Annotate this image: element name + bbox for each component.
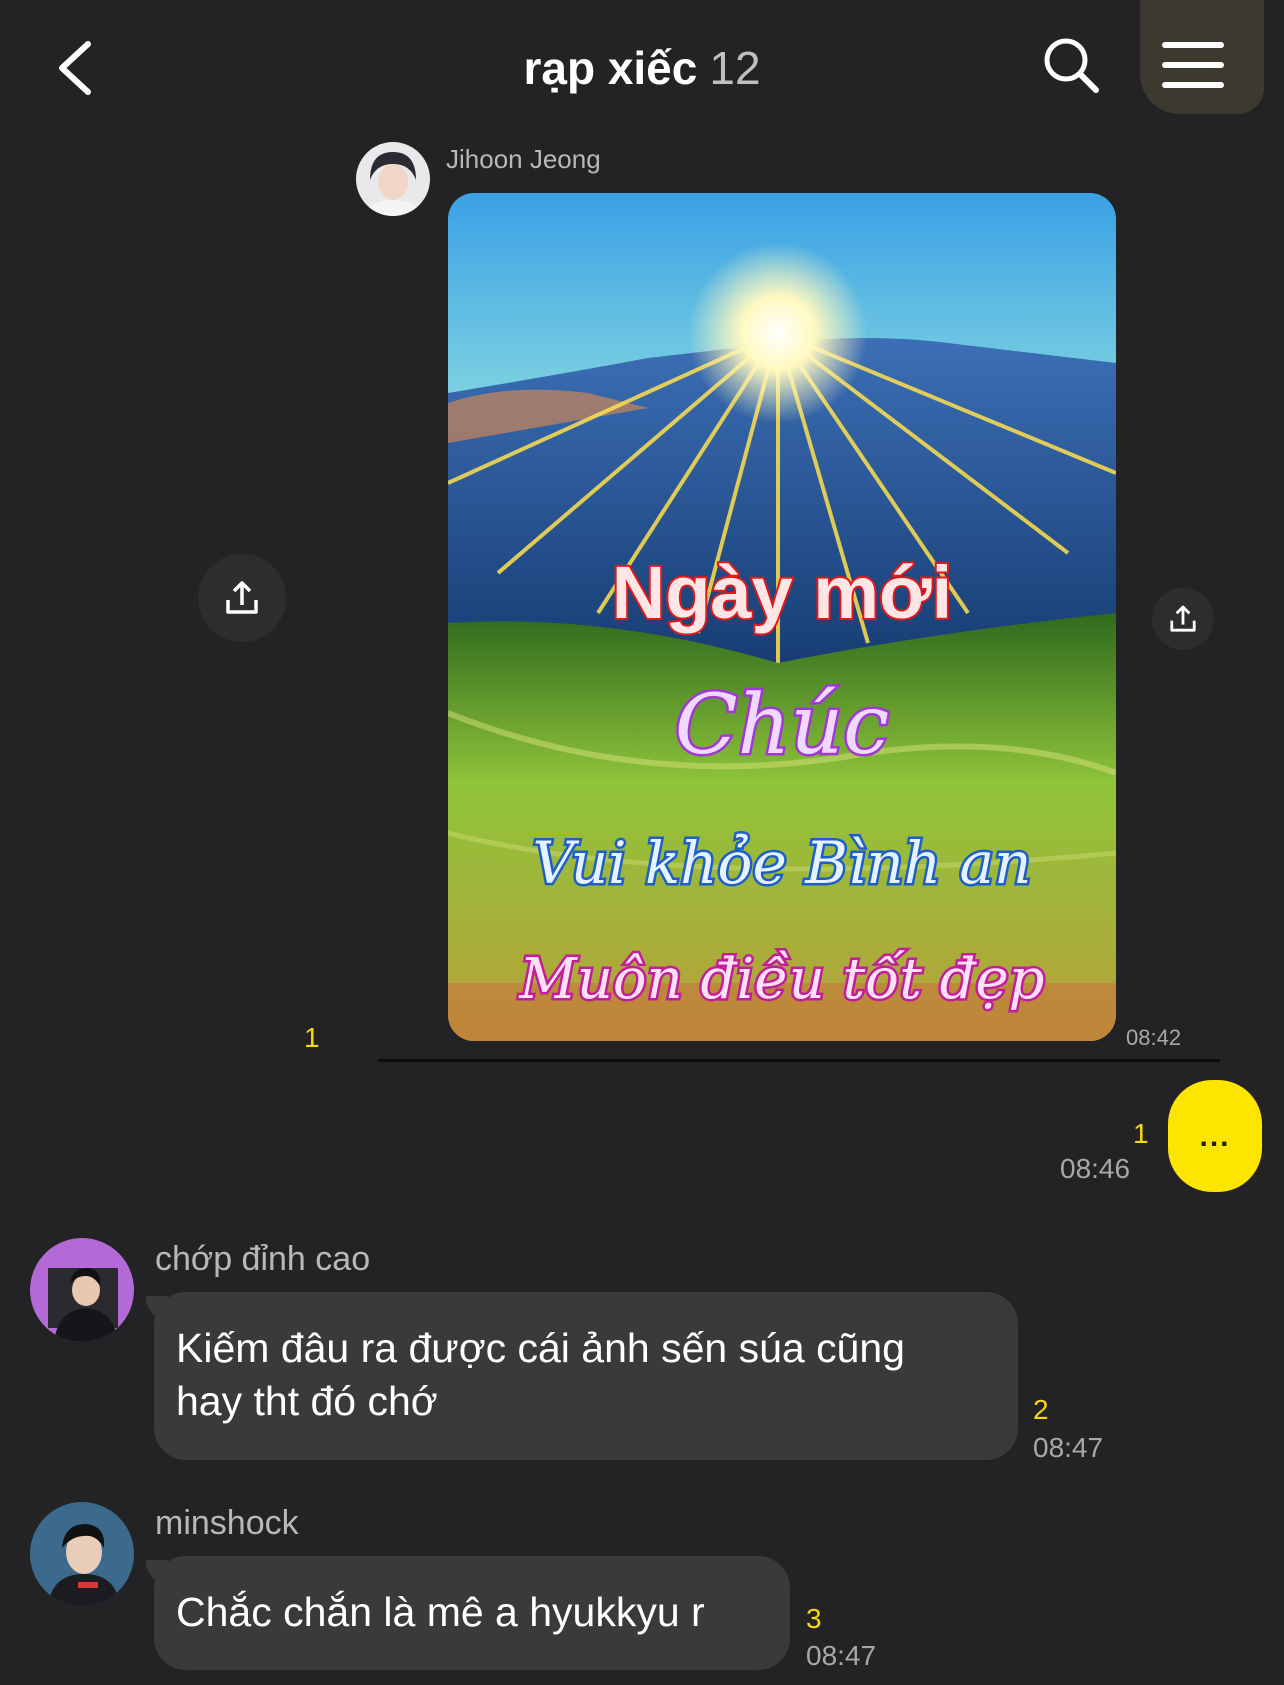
share-button[interactable] — [198, 554, 286, 642]
unread-count: 2 — [1033, 1394, 1049, 1425]
overlay-line-2: Chúc — [675, 678, 889, 773]
message-time: 08:47 — [806, 1640, 877, 1671]
search-button[interactable] — [1040, 34, 1102, 96]
divider — [378, 1059, 1220, 1062]
photo-message[interactable]: Ngày mới Chúc Vui khỏe Bình an Muôn điều… — [448, 193, 1116, 1041]
unread-count: 1 — [304, 1022, 320, 1053]
unread-count: 1 — [1133, 1118, 1149, 1149]
search-icon — [1044, 38, 1099, 93]
message-line: hay tht đó chớ — [176, 1378, 438, 1424]
sender-name: Jihoon Jeong — [446, 144, 601, 174]
overlay-line-4: Muôn điều tốt đẹp — [519, 947, 1045, 1012]
sender-name: chớp đỉnh cao — [155, 1240, 371, 1278]
sender-name: minshock — [155, 1504, 299, 1542]
chat-name: rạp xiếc — [523, 42, 698, 94]
share-icon — [1170, 605, 1196, 632]
avatar-jihoon[interactable] — [356, 142, 430, 216]
message-text: Kiếm đâu ra được cái ảnh sến súa cũng ha… — [176, 1322, 905, 1428]
message-time: 08:42 — [1126, 1025, 1182, 1050]
share-icon — [226, 581, 258, 614]
avatar-minshock[interactable] — [30, 1502, 134, 1606]
member-count: 12 — [709, 42, 761, 94]
message-line: Kiếm đâu ra được cái ảnh sến súa cũng — [176, 1325, 905, 1371]
my-message-text: ... — [1199, 1120, 1231, 1153]
overlay-line-1: Ngày mới — [612, 551, 952, 634]
message-bubble[interactable]: Chắc chắn là mê a hyukkyu r — [154, 1556, 790, 1670]
greeting-photo: Ngày mới Chúc Vui khỏe Bình an Muôn điều… — [448, 193, 1116, 1041]
message-time: 08:46 — [1060, 1153, 1131, 1184]
avatar-chop-dinh-cao[interactable] — [30, 1238, 134, 1342]
overlay-line-3: Vui khỏe Bình an — [533, 829, 1032, 897]
menu-button[interactable] — [1140, 0, 1264, 114]
message-text: Chắc chắn là mê a hyukkyu r — [176, 1589, 705, 1635]
message-time: 08:47 — [1033, 1432, 1104, 1463]
message-bubble[interactable]: Kiếm đâu ra được cái ảnh sến súa cũng ha… — [154, 1292, 1018, 1460]
share-button-small[interactable] — [1152, 588, 1214, 650]
unread-count: 3 — [806, 1603, 822, 1634]
my-message-bubble[interactable]: ... — [1168, 1080, 1262, 1192]
